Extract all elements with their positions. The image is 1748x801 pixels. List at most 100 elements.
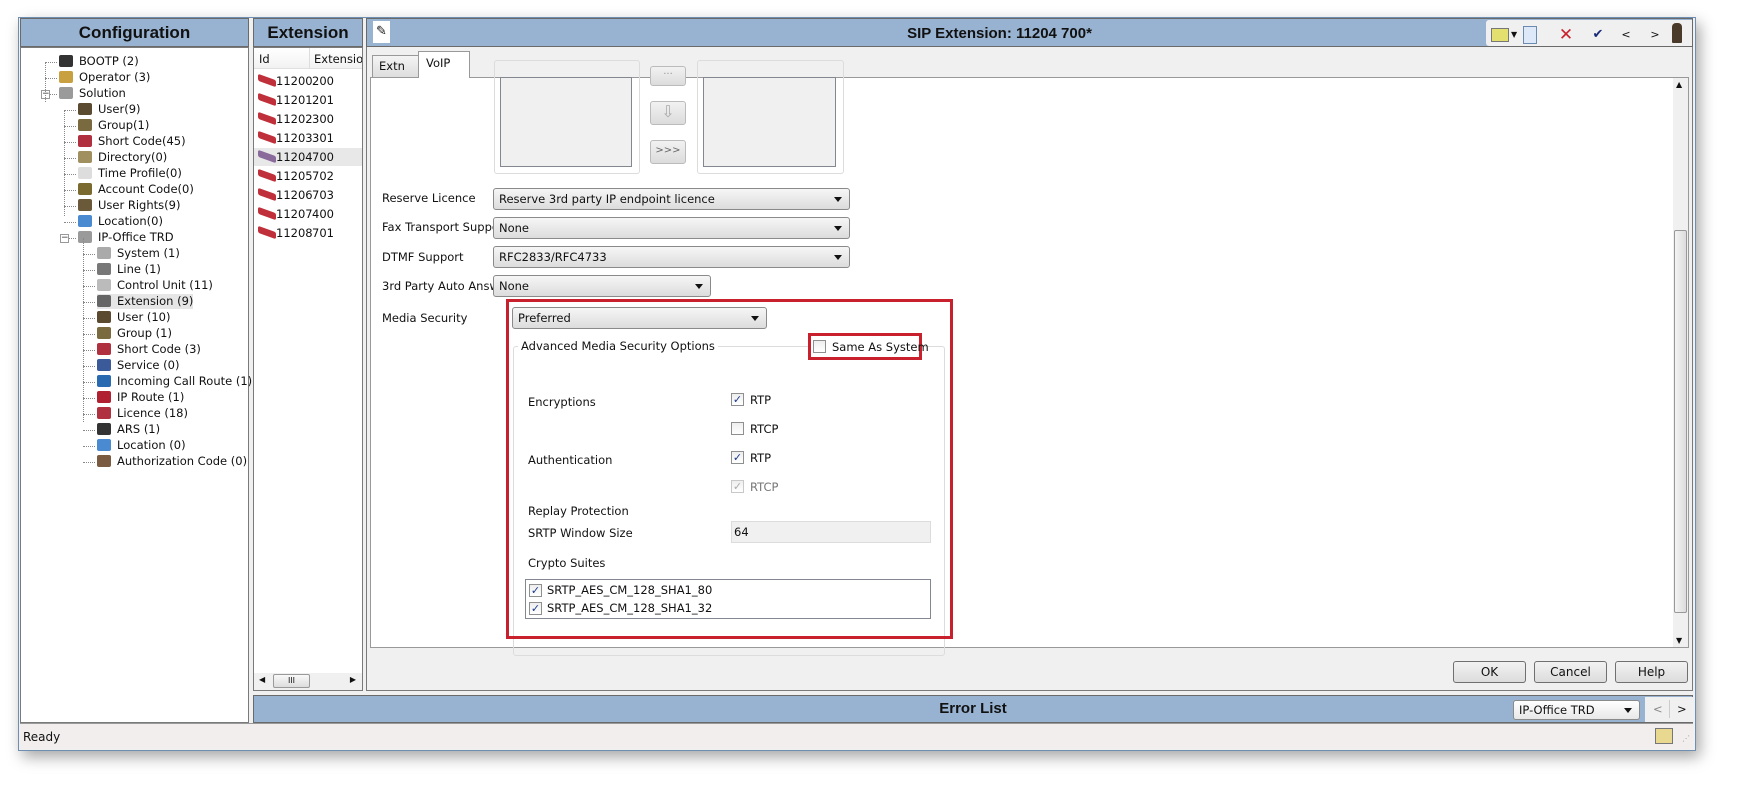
dtmf-support-label: DTMF Support [382, 250, 464, 264]
table-row[interactable]: 11200 200 [254, 72, 362, 90]
tree-item[interactable]: Account Code(0) [78, 182, 194, 197]
scroll-down-arrow-icon[interactable]: ▼ [1676, 636, 1682, 645]
tree-item[interactable]: User (10) [97, 310, 170, 325]
resize-grip-icon[interactable]: ⋰ [1682, 734, 1690, 743]
tree-item[interactable]: System (1) [97, 246, 180, 261]
auto-answer-select[interactable]: None [493, 275, 711, 297]
user-avatar-icon[interactable] [1672, 23, 1682, 43]
error-next-button[interactable]: > [1677, 702, 1687, 716]
table-row[interactable]: 11201 201 [254, 91, 362, 109]
tree-item[interactable]: ARS (1) [97, 422, 160, 437]
tree-item[interactable]: Licence (18) [97, 406, 188, 421]
collapse-toggle[interactable]: − [60, 234, 69, 243]
selected-codecs-list[interactable] [703, 77, 836, 167]
next-record-button[interactable]: > [1649, 26, 1661, 44]
tree-item[interactable]: Group(1) [78, 118, 149, 133]
auto-answer-label: 3rd Party Auto Answer [382, 279, 511, 293]
tab-extn[interactable]: Extn [372, 55, 419, 77]
tree-item[interactable]: Extension (9) [97, 294, 194, 309]
table-row[interactable]: 11207 400 [254, 205, 362, 223]
error-list-title: Error List [939, 700, 1007, 717]
tree-item[interactable]: BOOTP (2) [59, 54, 139, 69]
tree-item[interactable]: Location (0) [97, 438, 186, 453]
error-list-selector[interactable]: IP-Office TRD [1513, 700, 1640, 720]
fax-transport-select[interactable]: None [493, 217, 850, 239]
new-dropdown-chevron-icon[interactable]: ▼ [1511, 26, 1517, 44]
tree-connector [64, 110, 65, 216]
tree-item-label: Line (1) [117, 262, 161, 276]
tree-item-label: IP Route (1) [117, 390, 185, 404]
extension-number: 702 [312, 169, 334, 183]
table-row[interactable]: 11204 700 [254, 148, 362, 166]
table-row[interactable]: 11202 300 [254, 110, 362, 128]
reserve-licence-select[interactable]: Reserve 3rd party IP endpoint licence [493, 188, 850, 210]
tree-connector [64, 190, 76, 191]
reserve-licence-label: Reserve Licence [382, 191, 476, 205]
tree-item[interactable]: Location(0) [78, 214, 163, 229]
codec-add-all-button[interactable]: >>> [650, 140, 686, 164]
detail-title: SIP Extension: 11204 700* [907, 25, 1092, 42]
available-codecs-list[interactable] [500, 77, 632, 167]
error-prev-button[interactable]: < [1653, 702, 1663, 716]
extension-list[interactable]: Id Extension 112002001120120111202300112… [253, 47, 363, 691]
previous-record-button[interactable]: < [1620, 26, 1632, 44]
table-row[interactable]: 11208 701 [254, 224, 362, 242]
directory-icon [78, 151, 92, 163]
table-row[interactable]: 11203 301 [254, 129, 362, 147]
scroll-thumb[interactable]: III [273, 674, 310, 688]
tree-item[interactable]: Operator (3) [59, 70, 150, 85]
ok-button[interactable]: OK [1453, 661, 1526, 683]
tree-item[interactable]: Time Profile(0) [78, 166, 182, 181]
table-row[interactable]: 11206 703 [254, 186, 362, 204]
column-header-extension[interactable]: Extension [314, 52, 362, 66]
tree-item[interactable]: User(9) [78, 102, 141, 117]
new-folder-icon[interactable] [1491, 28, 1509, 42]
chevron-down-icon [834, 255, 842, 260]
delete-icon[interactable]: ✕ [1558, 26, 1574, 44]
cancel-button[interactable]: Cancel [1534, 661, 1607, 683]
tree-item[interactable]: Short Code (3) [97, 342, 201, 357]
tree-item-label: Location(0) [98, 214, 163, 228]
validate-check-icon[interactable]: ✔ [1590, 26, 1606, 44]
scroll-right-arrow-icon[interactable]: ▶ [350, 675, 356, 684]
user-rights-icon [78, 199, 92, 211]
tree-item[interactable]: Group (1) [97, 326, 172, 341]
tree-item[interactable]: User Rights(9) [78, 198, 180, 213]
tree-connector [83, 254, 95, 255]
tree-connector [83, 430, 95, 431]
tab-voip[interactable]: VoIP [418, 51, 470, 78]
tree-item[interactable]: Authorization Code (0) [97, 454, 247, 469]
tree-item-label: ARS (1) [117, 422, 161, 436]
help-button[interactable]: Help [1615, 661, 1688, 683]
tree-item-label: Extension (9) [117, 294, 194, 308]
location-icon [97, 439, 111, 451]
tree-item[interactable]: Incoming Call Route (1) [97, 374, 252, 389]
chevron-down-icon [834, 197, 842, 202]
export-document-icon[interactable] [1523, 26, 1537, 44]
column-header-id[interactable]: Id [259, 52, 270, 66]
tree-item[interactable]: Solution [59, 86, 126, 101]
extension-id: 11204 [276, 150, 313, 164]
codec-move-down-button[interactable]: ⇩ [650, 101, 686, 125]
scroll-thumb[interactable] [1674, 230, 1687, 613]
scroll-up-arrow-icon[interactable]: ▲ [1676, 80, 1682, 89]
solution-icon [59, 87, 73, 99]
tree-connector [64, 222, 76, 223]
tree-item[interactable]: Directory(0) [78, 150, 167, 165]
horizontal-scrollbar[interactable]: ◀ III ▶ [254, 673, 362, 690]
dtmf-support-select[interactable]: RFC2833/RFC4733 [493, 246, 850, 268]
table-row[interactable]: 11205 702 [254, 167, 362, 185]
column-divider [309, 48, 310, 69]
configuration-tree[interactable]: BOOTP (2) Operator (3) Solution − User(9) Gro… [20, 47, 252, 723]
codec-more-button[interactable]: ... [650, 66, 686, 86]
tree-item[interactable]: Short Code(45) [78, 134, 186, 149]
tree-item[interactable]: IP Route (1) [97, 390, 184, 405]
divider [1669, 700, 1670, 718]
scroll-left-arrow-icon[interactable]: ◀ [259, 675, 265, 684]
tree-item[interactable]: Service (0) [97, 358, 179, 373]
tree-item[interactable]: Control Unit (11) [97, 278, 213, 293]
vertical-scrollbar[interactable]: ▲ ▼ [1673, 78, 1688, 647]
extension-number: 201 [312, 93, 334, 107]
tree-item[interactable]: IP-Office TRD [78, 230, 174, 245]
tree-item[interactable]: Line (1) [97, 262, 161, 277]
